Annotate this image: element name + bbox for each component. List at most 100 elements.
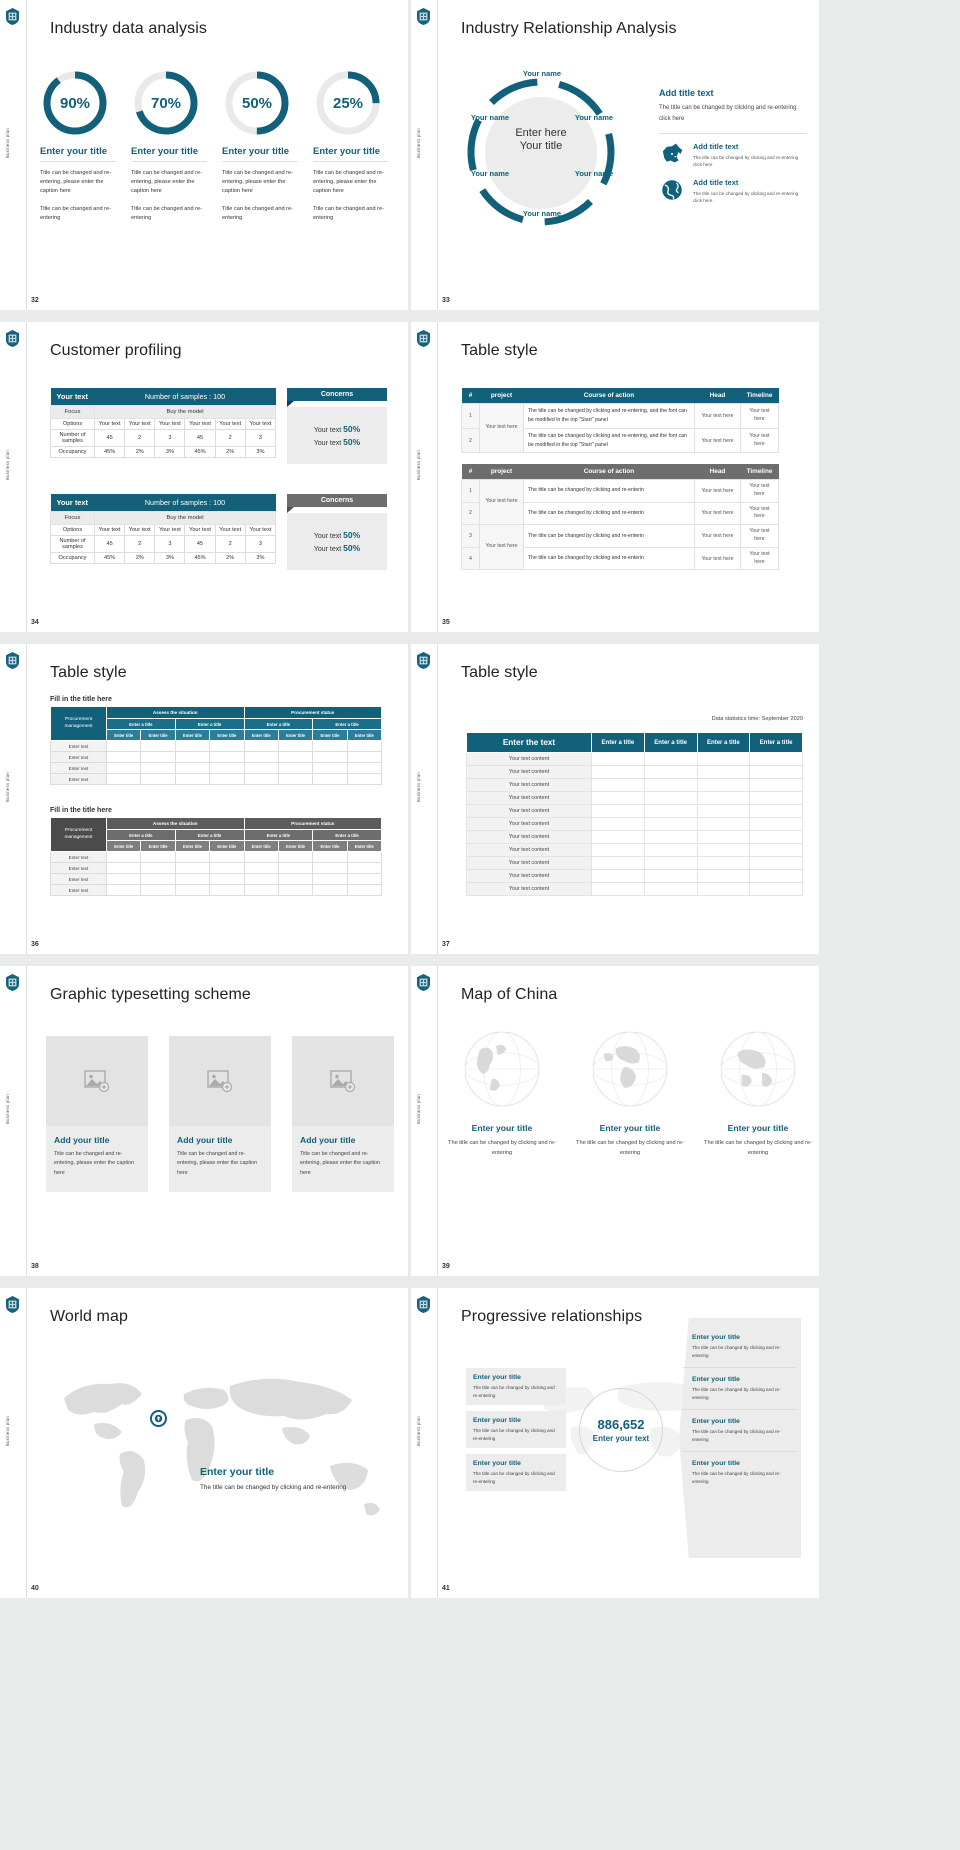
empty-cell[interactable]: [243, 751, 279, 763]
empty-cell[interactable]: [277, 851, 314, 863]
empty-cell[interactable]: [312, 762, 348, 774]
empty-cell[interactable]: [591, 791, 645, 805]
empty-cell[interactable]: [312, 773, 348, 785]
empty-cell[interactable]: [209, 873, 245, 885]
empty-cell[interactable]: [749, 856, 803, 870]
empty-cell[interactable]: [209, 740, 245, 752]
empty-cell[interactable]: [243, 740, 279, 752]
empty-cell[interactable]: [209, 751, 245, 763]
empty-cell[interactable]: [140, 773, 176, 785]
empty-cell[interactable]: [749, 817, 803, 831]
slide-34[interactable]: Business plan Customer profiling Your te…: [0, 322, 408, 632]
empty-cell[interactable]: [643, 843, 698, 857]
empty-cell[interactable]: [312, 851, 348, 863]
empty-cell[interactable]: [749, 791, 803, 805]
empty-cell[interactable]: [209, 762, 245, 774]
empty-cell[interactable]: [749, 882, 803, 896]
slide-37[interactable]: Business plan Table style Data statistic…: [411, 644, 819, 954]
empty-cell[interactable]: [591, 778, 645, 792]
empty-cell[interactable]: [591, 856, 645, 870]
empty-cell[interactable]: [643, 830, 698, 844]
empty-cell[interactable]: [643, 778, 698, 792]
empty-cell[interactable]: [696, 843, 751, 857]
empty-cell[interactable]: [140, 862, 176, 874]
slide-39[interactable]: Business plan Map of China Enter your ti…: [411, 966, 819, 1276]
empty-cell[interactable]: [277, 740, 314, 752]
empty-cell[interactable]: [643, 752, 698, 766]
empty-cell[interactable]: [591, 882, 645, 896]
empty-cell[interactable]: [643, 869, 698, 883]
slide-41[interactable]: Business plan Progressive relationships …: [411, 1288, 819, 1598]
empty-cell[interactable]: [174, 884, 211, 896]
empty-cell[interactable]: [749, 778, 803, 792]
empty-cell[interactable]: [209, 851, 245, 863]
empty-cell[interactable]: [277, 884, 314, 896]
slide-36[interactable]: Business plan Table style Fill in the ti…: [0, 644, 408, 954]
empty-cell[interactable]: [209, 862, 245, 874]
empty-cell[interactable]: [696, 856, 751, 870]
empty-cell[interactable]: [174, 862, 211, 874]
empty-cell[interactable]: [749, 765, 803, 779]
empty-cell[interactable]: [140, 851, 176, 863]
empty-cell[interactable]: [209, 773, 245, 785]
empty-cell[interactable]: [346, 862, 383, 874]
empty-cell[interactable]: [643, 856, 698, 870]
location-pin-icon[interactable]: [150, 1410, 167, 1427]
empty-cell[interactable]: [105, 751, 142, 763]
empty-cell[interactable]: [749, 830, 803, 844]
empty-cell[interactable]: [696, 817, 751, 831]
empty-cell[interactable]: [591, 804, 645, 818]
empty-cell[interactable]: [696, 882, 751, 896]
empty-cell[interactable]: [346, 851, 383, 863]
empty-cell[interactable]: [696, 804, 751, 818]
empty-cell[interactable]: [105, 873, 142, 885]
empty-cell[interactable]: [696, 869, 751, 883]
empty-cell[interactable]: [105, 884, 142, 896]
empty-cell[interactable]: [696, 778, 751, 792]
slide-35[interactable]: Business plan Table style # project Course…: [411, 322, 819, 632]
empty-cell[interactable]: [643, 817, 698, 831]
slide-33[interactable]: Business plan Industry Relationship Anal…: [411, 0, 819, 310]
empty-cell[interactable]: [277, 873, 314, 885]
empty-cell[interactable]: [643, 765, 698, 779]
empty-cell[interactable]: [277, 762, 314, 774]
slide-38[interactable]: Business plan Graphic typesetting scheme…: [0, 966, 408, 1276]
empty-cell[interactable]: [277, 773, 314, 785]
empty-cell[interactable]: [591, 752, 645, 766]
empty-cell[interactable]: [696, 765, 751, 779]
empty-cell[interactable]: [277, 751, 314, 763]
empty-cell[interactable]: [105, 740, 142, 752]
empty-cell[interactable]: [105, 862, 142, 874]
empty-cell[interactable]: [174, 773, 211, 785]
empty-cell[interactable]: [140, 762, 176, 774]
empty-cell[interactable]: [140, 884, 176, 896]
empty-cell[interactable]: [174, 751, 211, 763]
empty-cell[interactable]: [591, 817, 645, 831]
slide-32[interactable]: Business plan Industry data analysis 90%…: [0, 0, 408, 310]
empty-cell[interactable]: [277, 862, 314, 874]
empty-cell[interactable]: [105, 773, 142, 785]
empty-cell[interactable]: [591, 765, 645, 779]
empty-cell[interactable]: [696, 791, 751, 805]
empty-cell[interactable]: [591, 843, 645, 857]
empty-cell[interactable]: [312, 862, 348, 874]
empty-cell[interactable]: [749, 804, 803, 818]
empty-cell[interactable]: [591, 830, 645, 844]
empty-cell[interactable]: [312, 884, 348, 896]
empty-cell[interactable]: [346, 751, 383, 763]
empty-cell[interactable]: [346, 773, 383, 785]
empty-cell[interactable]: [696, 752, 751, 766]
empty-cell[interactable]: [105, 762, 142, 774]
empty-cell[interactable]: [749, 752, 803, 766]
empty-cell[interactable]: [174, 851, 211, 863]
empty-cell[interactable]: [312, 740, 348, 752]
empty-cell[interactable]: [643, 882, 698, 896]
empty-cell[interactable]: [643, 791, 698, 805]
empty-cell[interactable]: [243, 851, 279, 863]
empty-cell[interactable]: [209, 884, 245, 896]
empty-cell[interactable]: [346, 873, 383, 885]
empty-cell[interactable]: [243, 773, 279, 785]
empty-cell[interactable]: [749, 869, 803, 883]
empty-cell[interactable]: [140, 873, 176, 885]
empty-cell[interactable]: [140, 740, 176, 752]
